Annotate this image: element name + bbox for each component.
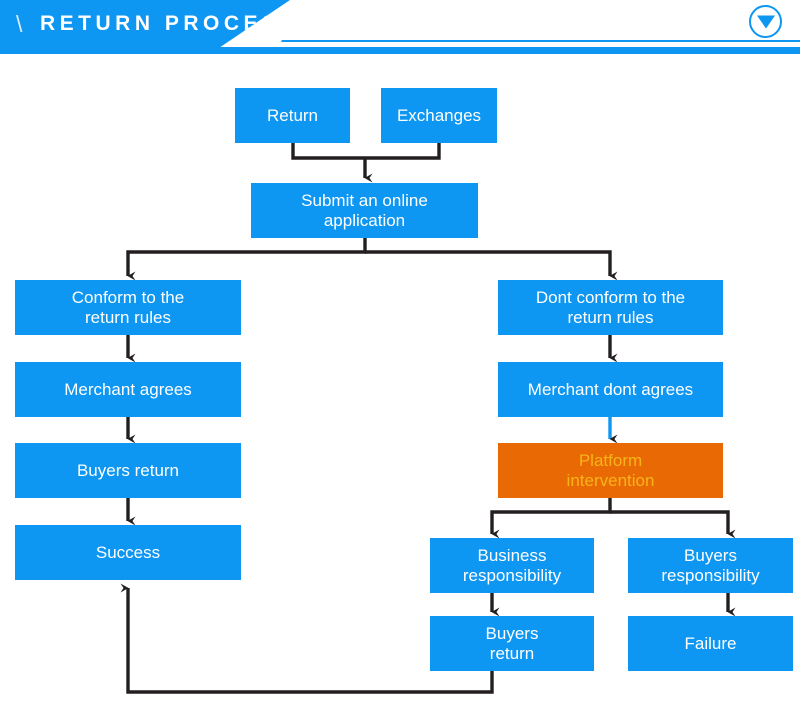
node-merchant-dont-agrees[interactable]: Merchant dont agrees <box>498 362 723 417</box>
node-buyers-responsibility[interactable]: Buyers responsibility <box>628 538 793 593</box>
node-buyers-return-left[interactable]: Buyers return <box>15 443 241 498</box>
edge-submit-to-not-conform <box>365 250 618 281</box>
edge-platform-to-business-responsibility <box>490 498 612 539</box>
edge-platform-to-buyers-responsibility <box>610 510 736 539</box>
edge-merge-bar <box>291 143 441 160</box>
node-submit-online-application[interactable]: Submit an online application <box>251 183 478 238</box>
node-return[interactable]: Return <box>235 88 350 143</box>
node-success[interactable]: Success <box>15 525 241 580</box>
node-buyers-return-right[interactable]: Buyers return <box>430 616 594 671</box>
node-merchant-agrees[interactable]: Merchant agrees <box>15 362 241 417</box>
edge-submit-to-conform <box>126 238 367 281</box>
node-failure[interactable]: Failure <box>628 616 793 671</box>
flowchart-canvas: Return Exchanges Submit an online applic… <box>0 0 800 709</box>
node-business-responsibility[interactable]: Business responsibility <box>430 538 594 593</box>
node-dont-conform-to-return-rules[interactable]: Dont conform to the return rules <box>498 280 723 335</box>
node-platform-intervention[interactable]: Platform intervention <box>498 443 723 498</box>
node-conform-to-return-rules[interactable]: Conform to the return rules <box>15 280 241 335</box>
node-exchanges[interactable]: Exchanges <box>381 88 497 143</box>
